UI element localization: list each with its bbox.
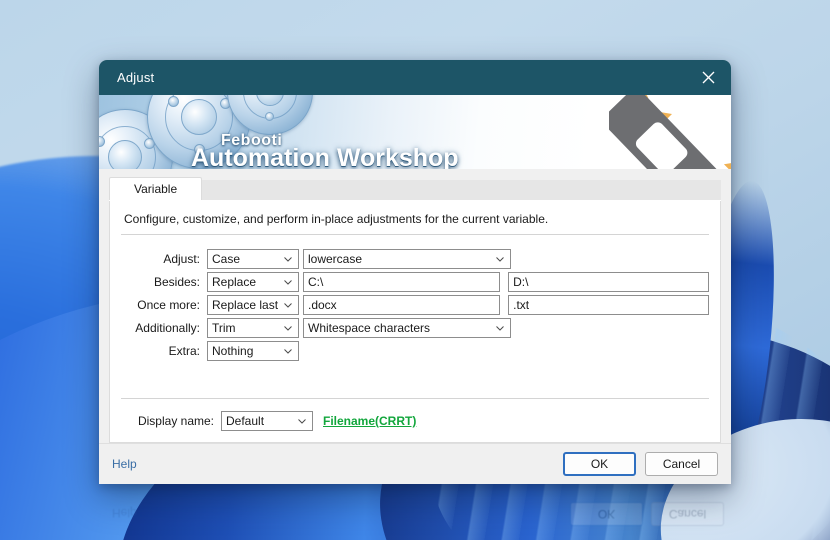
additionally-operation-value: Trim bbox=[212, 321, 236, 335]
ghost-ok-button: OK bbox=[570, 502, 643, 526]
ok-button[interactable]: OK bbox=[563, 452, 636, 476]
ghost-help-label: Help bbox=[112, 506, 137, 520]
adjust-form: Adjust: Case lowercase Besides: Replace … bbox=[121, 249, 709, 361]
variable-name-link[interactable]: Filename(CRRT) bbox=[323, 414, 416, 428]
once-more-operation-select[interactable]: Replace last bbox=[207, 295, 299, 315]
besides-find-input[interactable]: C:\ bbox=[303, 272, 501, 292]
label-once-more: Once more: bbox=[137, 298, 200, 312]
besides-operation-select[interactable]: Replace bbox=[207, 272, 299, 292]
divider-bottom bbox=[121, 398, 709, 399]
dialog-title: Adjust bbox=[117, 70, 155, 85]
once-more-replace-input[interactable]: .txt bbox=[508, 295, 709, 315]
product-banner: Febooti Automation Workshop bbox=[99, 95, 731, 169]
dialog-body: Variable Configure, customize, and perfo… bbox=[99, 169, 731, 443]
panel-description: Configure, customize, and perform in-pla… bbox=[124, 212, 549, 226]
display-name-value: Default bbox=[226, 414, 265, 428]
chevron-down-icon bbox=[283, 346, 293, 356]
eraser-graphic bbox=[541, 95, 731, 169]
tab-strip-filler bbox=[202, 180, 721, 200]
extra-operation-value: Nothing bbox=[212, 344, 254, 358]
chevron-down-icon bbox=[283, 300, 293, 310]
divider-top bbox=[121, 234, 709, 235]
once-more-operation-value: Replace last bbox=[212, 298, 279, 312]
label-additionally: Additionally: bbox=[135, 321, 200, 335]
chevron-down-icon bbox=[495, 254, 505, 264]
form-row-besides: Besides: Replace C:\ D:\ bbox=[121, 272, 709, 292]
chevron-down-icon bbox=[283, 323, 293, 333]
extra-operation-select[interactable]: Nothing bbox=[207, 341, 299, 361]
additionally-target-select[interactable]: Whitespace characters bbox=[303, 318, 511, 338]
adjust-dialog: Adjust Febooti Automation Workshop Varia… bbox=[99, 60, 731, 484]
form-row-extra: Extra: Nothing bbox=[121, 341, 709, 361]
form-row-once-more: Once more: Replace last .docx .txt bbox=[121, 295, 709, 315]
display-name-section: Display name: Default Filename(CRRT) bbox=[121, 398, 709, 442]
dialog-footer: Help OK Cancel bbox=[99, 443, 731, 484]
ghost-cancel-button: Cancel bbox=[651, 502, 724, 526]
display-name-select[interactable]: Default bbox=[221, 411, 313, 431]
besides-operation-value: Replace bbox=[212, 275, 257, 289]
chevron-down-icon bbox=[495, 323, 505, 333]
form-row-display-name: Display name: Default Filename(CRRT) bbox=[121, 411, 709, 431]
close-icon[interactable] bbox=[685, 60, 731, 95]
label-besides: Besides: bbox=[153, 275, 200, 289]
additionally-operation-select[interactable]: Trim bbox=[207, 318, 299, 338]
label-display-name: Display name: bbox=[137, 414, 214, 428]
cancel-button[interactable]: Cancel bbox=[645, 452, 718, 476]
form-row-additionally: Additionally: Trim Whitespace characters bbox=[121, 318, 709, 338]
help-link[interactable]: Help bbox=[112, 457, 137, 471]
tab-strip: Variable bbox=[109, 177, 721, 201]
label-adjust: Adjust: bbox=[163, 252, 200, 266]
adjust-case-value: lowercase bbox=[308, 252, 363, 266]
adjust-operation-select[interactable]: Case bbox=[207, 249, 299, 269]
chevron-down-icon bbox=[283, 277, 293, 287]
besides-replace-input[interactable]: D:\ bbox=[508, 272, 709, 292]
dialog-reflection: Help OK Cancel bbox=[99, 487, 731, 533]
additionally-target-value: Whitespace characters bbox=[308, 321, 431, 335]
tab-variable[interactable]: Variable bbox=[109, 177, 203, 200]
variable-panel: Configure, customize, and perform in-pla… bbox=[109, 201, 721, 443]
chevron-down-icon bbox=[283, 254, 293, 264]
footer-button-group: OK Cancel bbox=[563, 452, 718, 476]
dialog-titlebar[interactable]: Adjust bbox=[99, 60, 731, 95]
form-row-adjust: Adjust: Case lowercase bbox=[121, 249, 709, 269]
adjust-operation-value: Case bbox=[212, 252, 241, 266]
eraser-icon bbox=[609, 95, 731, 169]
chevron-down-icon bbox=[297, 416, 307, 426]
adjust-case-select[interactable]: lowercase bbox=[303, 249, 511, 269]
label-extra: Extra: bbox=[168, 344, 200, 358]
desktop-background: Help OK Cancel Adjust Febooti Automation… bbox=[0, 0, 830, 540]
once-more-find-input[interactable]: .docx bbox=[303, 295, 501, 315]
brand-name: Febooti bbox=[221, 132, 283, 149]
